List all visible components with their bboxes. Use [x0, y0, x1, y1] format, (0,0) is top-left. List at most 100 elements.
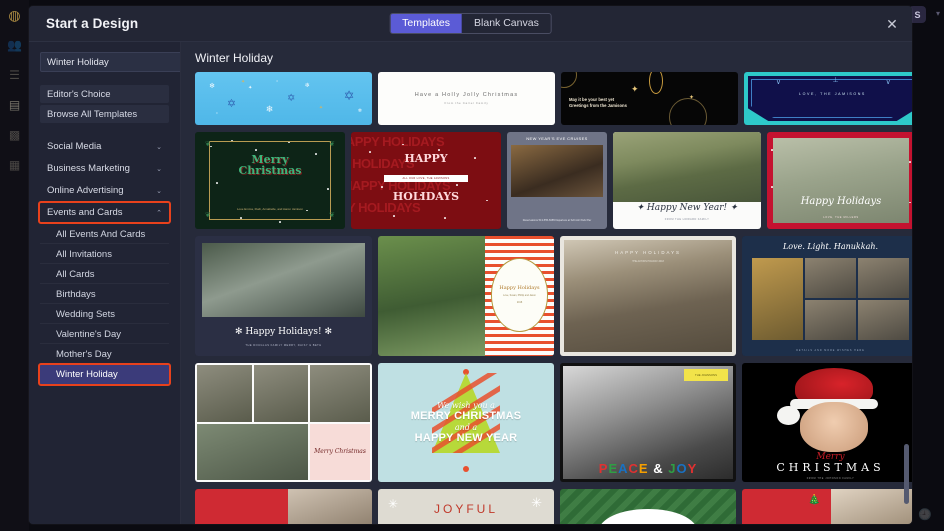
template-card-snowflake-blue[interactable]: ❄ ✡ ✦ ❄ ✦ ✡ ❄ ✦ ✡ ❄ • • — [195, 72, 372, 125]
template-card-navy-teal-frame[interactable]: ∨ ⊥ ∨ LOVE, THE JAMISONS — [744, 72, 912, 125]
sidebar-category-social-media[interactable]: Social Media ⌄ — [40, 137, 169, 156]
sidebar-category-label: Online Advertising — [47, 185, 124, 196]
sidebar-item-editors-choice[interactable]: Editor's Choice — [40, 85, 169, 103]
card-headline: NEW YEAR'S EVE CRUISES — [526, 136, 588, 141]
modal-body: ✕ Editor's Choice Browse All Templates S… — [29, 42, 912, 524]
quick-links: Editor's Choice Browse All Templates — [29, 85, 180, 123]
image-icon[interactable]: ▩ — [6, 126, 24, 144]
card-headline: Merry Christmas — [238, 153, 302, 177]
page-title: Start a Design — [46, 16, 139, 31]
sidebar-item-wedding-sets[interactable]: Wedding Sets — [40, 305, 169, 324]
card-headline: Happy Holidays — [499, 285, 540, 292]
template-row: ✳ ✳ JOYFUL HOLIDAY WISHES 🎄 — [195, 489, 912, 524]
card-art: 🎄 — [742, 489, 912, 524]
template-card-red-tree-photo[interactable]: 🎄 — [742, 489, 912, 524]
scrollbar-thumb[interactable] — [904, 444, 909, 504]
tab-blank-canvas[interactable]: Blank Canvas — [462, 14, 551, 33]
card-art: Happy Holidays Love, Susan, Phillip and … — [378, 236, 554, 356]
sidebar-category-online-advertising[interactable]: Online Advertising ⌄ — [40, 181, 169, 200]
template-card-new-years-eve-cruises[interactable]: NEW YEAR'S EVE CRUISES Reservations 513-… — [507, 132, 607, 229]
template-card-merry-christmas-green[interactable]: ❦ ❦ ❦ ❦ Merry Christmas Love Emma, Rudi,… — [195, 132, 345, 229]
template-card-couple-forest[interactable]: HAPPY HOLIDAYS THE ALTONS HOLIDAY 2018 — [560, 236, 736, 356]
sidebar-item-browse-all-templates[interactable]: Browse All Templates — [40, 105, 169, 123]
gallery-heading: Winter Holiday — [195, 51, 274, 65]
card-art: Merry CHRISTMAS FROM THE JOHNSON FAMILY — [742, 363, 912, 482]
chevron-down-icon[interactable]: ▾ — [936, 9, 940, 18]
people-icon[interactable]: 👥 — [6, 36, 24, 54]
template-card-black-gold[interactable]: ✦ ✦ May it be your best yet Greetings fr… — [561, 72, 738, 125]
search-input[interactable] — [47, 56, 179, 68]
template-gallery: Winter Holiday ❄ ✡ ✦ ❄ ✦ ✡ ❄ ✦ ✡ ❄ • • H… — [181, 42, 912, 524]
card-art: Love. Light. Hanukkah. DETAILS AND MORE … — [742, 236, 912, 356]
sidebar-item-mothers-day[interactable]: Mother's Day — [40, 345, 169, 364]
template-card-red-frame-holidays[interactable]: Happy Holidays LOVE, THE MILLERS — [767, 132, 912, 229]
card-headline-2: HOLIDAYS — [392, 190, 460, 203]
template-card-love-light-hanukkah[interactable]: Love. Light. Hanukkah. DETAILS AND MORE … — [742, 236, 912, 356]
card-subline: LOVE, THE MILLERS — [823, 216, 859, 219]
card-subline: From the Carter Family — [444, 101, 489, 105]
card-text-block: May it be your best yet Greetings from t… — [569, 97, 627, 109]
category-list: Social Media ⌄ Business Marketing ⌄ Onli… — [29, 137, 180, 386]
card-caption: LOVE, THE JAMISONS — [799, 92, 866, 96]
template-card-peace-and-joy[interactable]: THE JOHNSONS PEACE & JOY — [560, 363, 736, 482]
sidebar-item-valentines-day[interactable]: Valentine's Day — [40, 325, 169, 344]
sidebar-item-all-invitations[interactable]: All Invitations — [40, 245, 169, 264]
gallery-scrollbar[interactable] — [904, 72, 909, 524]
template-card-happy-holidays-girls[interactable]: ✻ Happy Holidays! ✻ THE DOUGLAS FAMILY M… — [195, 236, 372, 356]
card-art — [195, 489, 372, 524]
template-row: ❄ ✡ ✦ ❄ ✦ ✡ ❄ ✦ ✡ ❄ • • Have a Holly Jol… — [195, 72, 912, 125]
save-icon[interactable]: ▤ — [6, 96, 24, 114]
sidebar-item-birthdays[interactable]: Birthdays — [40, 285, 169, 304]
grid-icon[interactable]: ▦ — [6, 156, 24, 174]
template-card-green-stripe-wreath[interactable] — [560, 489, 736, 524]
app-logo-icon[interactable]: ◍ — [6, 6, 24, 24]
sidebar-category-label: Business Marketing — [47, 163, 130, 174]
template-row: ✻ Happy Holidays! ✻ THE DOUGLAS FAMILY M… — [195, 236, 912, 356]
template-card-santa-boy-christmas[interactable]: Merry CHRISTMAS FROM THE JOHNSON FAMILY — [742, 363, 912, 482]
sidebar: ✕ Editor's Choice Browse All Templates S… — [29, 42, 181, 524]
card-art: We wish you a MERRY CHRISTMAS and a HAPP… — [378, 363, 554, 482]
template-card-happy-holidays-red[interactable]: HAPPY HOLIDAYS HAPPY HOLIDAYS HAPPY HOLI… — [351, 132, 501, 229]
sidebar-category-label: Social Media — [47, 141, 102, 152]
template-card-holly-jolly-white[interactable]: Have a Holly Jolly Christmas From the Ca… — [378, 72, 555, 125]
card-art: ∨ ⊥ ∨ LOVE, THE JAMISONS — [744, 72, 912, 125]
template-row: Merry Christmas We wish you a MERRY CHRI… — [195, 363, 912, 482]
template-card-bubble-girl-stripes[interactable]: Happy Holidays Love, Susan, Phillip and … — [378, 236, 554, 356]
sidebar-item-all-events-and-cards[interactable]: All Events And Cards — [40, 225, 169, 244]
sidebar-subitems: All Events And Cards All Invitations All… — [29, 225, 180, 386]
sidebar-category-label: Events and Cards — [47, 207, 123, 218]
card-headline: HAPPY — [404, 152, 448, 165]
card-caption: Happy Holidays — [800, 196, 882, 207]
mode-tabs: Templates Blank Canvas — [389, 13, 552, 34]
app-left-rail: ◍ 👥 ☰ ▤ ▩ ▦ — [0, 0, 29, 531]
chevron-down-icon: ⌄ — [156, 165, 162, 173]
card-art: THE JOHNSONS PEACE & JOY — [560, 363, 736, 482]
card-art — [560, 489, 736, 524]
card-art: ✳ ✳ JOYFUL HOLIDAY WISHES — [378, 489, 554, 524]
template-card-red-photo-cropped[interactable] — [195, 489, 372, 524]
card-subline: THE DOUGLAS FAMILY MERRY, DAISY & BETH — [245, 344, 322, 347]
sidebar-category-business-marketing[interactable]: Business Marketing ⌄ — [40, 159, 169, 178]
card-art: ✦ ✦ May it be your best yet Greetings fr… — [561, 72, 738, 125]
chevron-down-icon: ⌄ — [156, 143, 162, 151]
sidebar-category-events-and-cards[interactable]: Events and Cards ⌃ — [38, 201, 171, 224]
sidebar-item-all-cards[interactable]: All Cards — [40, 265, 169, 284]
template-card-joyful[interactable]: ✳ ✳ JOYFUL HOLIDAY WISHES — [378, 489, 554, 524]
card-subline: THE ALTONS HOLIDAY 2018 — [632, 260, 664, 263]
template-row: ❦ ❦ ❦ ❦ Merry Christmas Love Emma, Rudi,… — [195, 132, 912, 229]
template-card-happy-new-year[interactable]: ✦ Happy New Year! ✦ FROM THE HOWARD FAMI… — [613, 132, 761, 229]
search-row: ✕ — [40, 52, 180, 72]
history-icon[interactable]: 🕘 — [918, 507, 932, 521]
card-art: ✻ Happy Holidays! ✻ THE DOUGLAS FAMILY M… — [195, 236, 372, 356]
sidebar-item-winter-holiday[interactable]: Winter Holiday — [38, 363, 171, 386]
app-root: ◍ 👥 ☰ ▤ ▩ ▦ S ▾ 🕘 Start a Design Templat… — [0, 0, 944, 531]
card-headline-2: CHRISTMAS — [776, 461, 885, 474]
start-a-design-modal: Start a Design Templates Blank Canvas ✕ … — [29, 6, 912, 524]
list-icon[interactable]: ☰ — [6, 66, 24, 84]
tab-templates[interactable]: Templates — [390, 14, 463, 33]
close-icon[interactable]: ✕ — [884, 16, 900, 32]
search-box[interactable]: ✕ — [40, 52, 180, 72]
template-card-we-wish-you-tree[interactable]: We wish you a MERRY CHRISTMAS and a HAPP… — [378, 363, 554, 482]
template-card-collage-merry-christmas[interactable]: Merry Christmas — [195, 363, 372, 482]
card-art: HAPPY HOLIDAYS THE ALTONS HOLIDAY 2018 — [560, 236, 736, 356]
